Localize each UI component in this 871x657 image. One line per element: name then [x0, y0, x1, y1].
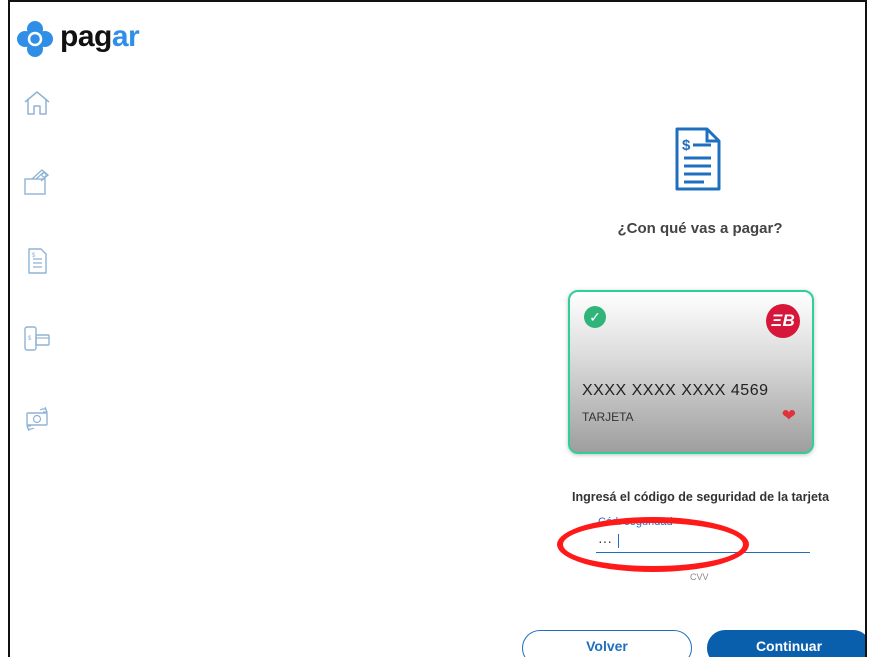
back-button[interactable]: Volver — [522, 630, 692, 657]
check-icon: ✓ — [584, 306, 606, 328]
svg-text:$: $ — [682, 137, 691, 154]
payment-card-selected[interactable]: ✓ ΞB XXXX XXXX XXXX 4569 TARJETA ❤ — [568, 290, 814, 454]
card-number: XXXX XXXX XXXX 4569 — [582, 382, 769, 399]
card-type-label: TARJETA — [582, 410, 634, 424]
brand-logo[interactable]: pagar — [16, 20, 140, 58]
continue-button[interactable]: Continuar — [707, 630, 865, 657]
flower-logo-icon — [17, 21, 53, 57]
brand-name: pagar — [60, 20, 140, 53]
card-brand-badge: ΞB — [766, 304, 800, 338]
app-frame: pagar $ $ $ ¿Con qué vas a pagar? ✓ ΞB X… — [8, 0, 867, 657]
home-icon[interactable] — [22, 88, 52, 118]
wallet-icon[interactable] — [22, 167, 52, 197]
cvv-hint: CVV — [690, 572, 709, 582]
svg-text:$: $ — [28, 336, 32, 342]
svg-text:$: $ — [32, 253, 36, 259]
security-code-label: Cód. seguridad — [598, 516, 673, 528]
invoice-icon: $ — [675, 127, 721, 191]
payment-method-question: ¿Con qué vas a pagar? — [617, 220, 783, 237]
heart-icon[interactable]: ❤ — [782, 406, 796, 426]
money-exchange-icon[interactable] — [22, 404, 52, 434]
invoice-icon[interactable]: $ — [22, 246, 52, 276]
phone-card-icon[interactable]: $ — [22, 324, 52, 354]
text-caret — [618, 534, 619, 548]
security-code-prompt: Ingresá el código de seguridad de la tar… — [572, 490, 830, 504]
security-code-input[interactable] — [596, 530, 810, 553]
